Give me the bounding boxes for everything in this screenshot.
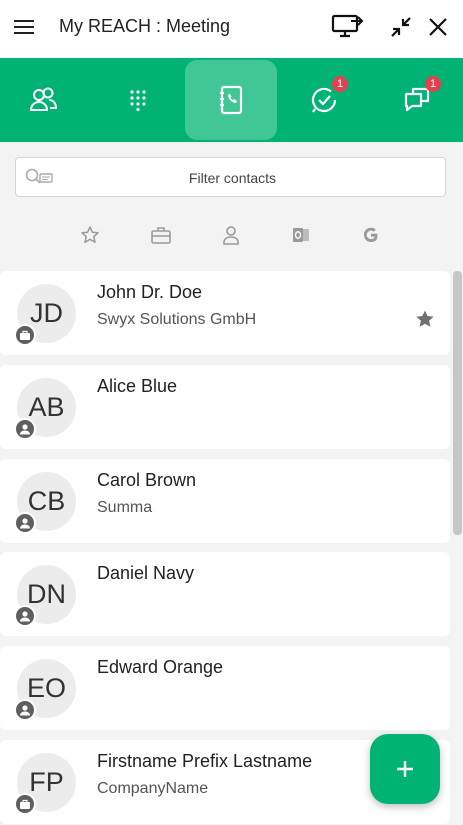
- messages-badge: 1: [425, 76, 441, 92]
- close-icon[interactable]: [421, 12, 455, 42]
- contact-card[interactable]: AB Alice Blue: [0, 365, 450, 449]
- minimize-icon[interactable]: [384, 12, 418, 42]
- scrollbar-thumb[interactable]: [453, 271, 462, 535]
- users-icon: [29, 87, 58, 111]
- phonebook-icon: [220, 85, 243, 115]
- tab-messages[interactable]: [371, 60, 463, 140]
- tab-contacts[interactable]: [0, 60, 89, 140]
- contact-name: Daniel Navy: [97, 563, 195, 583]
- business-badge-icon: [14, 324, 36, 346]
- personal-badge-icon: [14, 699, 36, 721]
- call-history-badge: 1: [332, 76, 348, 92]
- outlook-icon[interactable]: [289, 223, 313, 247]
- tab-call-history[interactable]: [278, 60, 370, 140]
- contact-company: CompanyName: [97, 780, 209, 797]
- contact-name: John Dr. Doe: [97, 282, 203, 302]
- contact-name: Firstname Prefix Lastname: [97, 751, 313, 771]
- tab-dialpad[interactable]: [92, 60, 184, 140]
- screen-share-icon[interactable]: [331, 12, 365, 42]
- filter-contacts-input[interactable]: [16, 158, 449, 198]
- contact-source-filters: [0, 215, 463, 255]
- contact-company: Summa: [97, 499, 153, 516]
- page-title: My REACH : Meeting: [59, 16, 231, 36]
- title-bar: My REACH : Meeting: [0, 0, 463, 58]
- google-icon[interactable]: [359, 223, 383, 247]
- business-badge-icon: [14, 793, 36, 815]
- contact-name: Edward Orange: [97, 657, 224, 677]
- personal-badge-icon: [14, 512, 36, 534]
- add-icon: [397, 761, 413, 777]
- contact-card[interactable]: CB Carol Brown Summa: [0, 459, 450, 543]
- contact-name: Carol Brown: [97, 470, 197, 490]
- favorite-star-icon[interactable]: [415, 309, 435, 329]
- contact-card[interactable]: DN Daniel Navy: [0, 552, 450, 636]
- personal-badge-icon: [14, 418, 36, 440]
- add-contact-button[interactable]: [370, 734, 440, 804]
- contact-card[interactable]: JD John Dr. Doe Swyx Solutions GmbH: [0, 271, 450, 355]
- personal-badge-icon: [14, 605, 36, 627]
- tab-phonebook[interactable]: [185, 60, 277, 140]
- contact-card[interactable]: EO Edward Orange: [0, 646, 450, 730]
- favorites-star-icon[interactable]: [78, 223, 102, 247]
- main-tabbar: 1 1: [0, 58, 463, 142]
- dialpad-icon: [130, 90, 146, 111]
- contact-company: Swyx Solutions GmbH: [97, 311, 257, 328]
- personal-person-icon[interactable]: [219, 223, 243, 247]
- filter-box: [15, 157, 449, 198]
- business-briefcase-icon[interactable]: [149, 223, 173, 247]
- menu-icon[interactable]: [14, 17, 34, 37]
- contact-name: Alice Blue: [97, 376, 178, 396]
